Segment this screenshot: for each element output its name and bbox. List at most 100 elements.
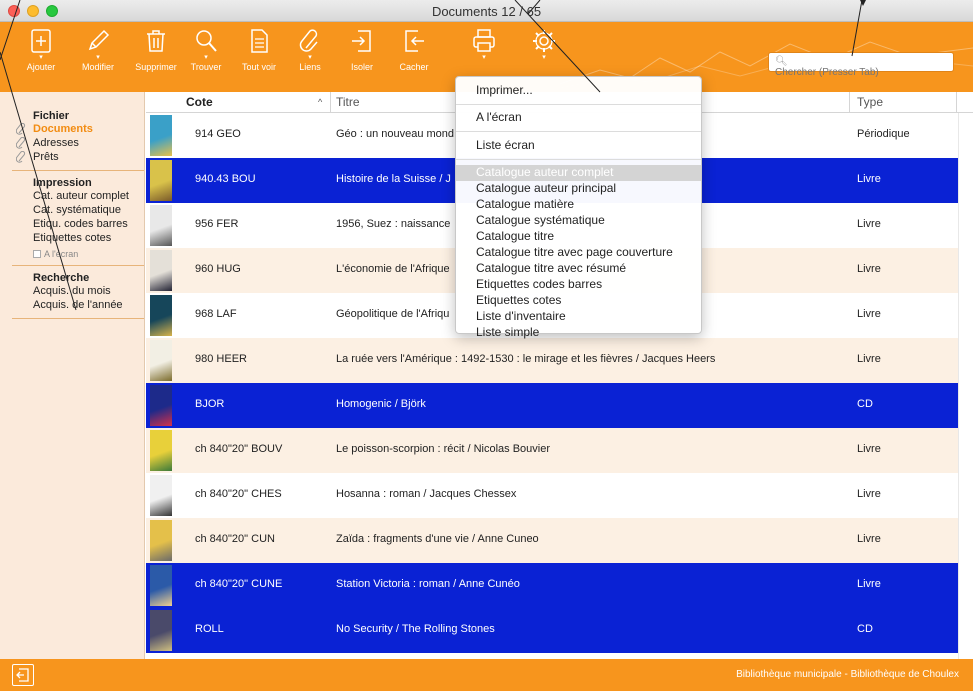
menu-item-etiquettes-cotes[interactable]: Etiquettes cotes bbox=[456, 293, 701, 309]
menu-item-catalogue-matiere[interactable]: Catalogue matière bbox=[456, 197, 701, 213]
sort-ascending-icon: ^ bbox=[318, 97, 323, 107]
trash-icon bbox=[147, 30, 165, 52]
cell-titre: Station Victoria : roman / Anne Cunéo bbox=[336, 578, 520, 590]
paperclip-icon bbox=[16, 151, 26, 163]
plus-square-icon bbox=[31, 29, 51, 53]
find-button[interactable]: ▾ Trouver bbox=[183, 28, 229, 90]
hide-icon bbox=[405, 30, 424, 52]
menu-item-catalogue-auteur-complet[interactable]: Catalogue auteur complet bbox=[456, 165, 701, 181]
cover-thumbnail bbox=[150, 340, 172, 381]
table-row[interactable]: ch 840"20" CHES Hosanna : roman / Jacques… bbox=[146, 473, 958, 518]
printer-icon bbox=[473, 29, 495, 52]
exit-button[interactable] bbox=[12, 664, 34, 686]
cover-thumbnail bbox=[150, 115, 172, 156]
cell-cote: 914 GEO bbox=[195, 128, 241, 140]
table-row[interactable]: ROLL No Security / The Rolling Stones CD bbox=[146, 608, 958, 653]
cell-cote: ch 840"20" CUN bbox=[195, 533, 275, 545]
sidebar-item-prets[interactable]: Prêts bbox=[0, 150, 144, 164]
show-all-button[interactable]: Tout voir bbox=[236, 28, 282, 90]
search-icon: 🔍︎ bbox=[775, 56, 788, 67]
table-row[interactable]: 980 HEER La ruée vers l'Amérique : 1492-1… bbox=[146, 338, 958, 383]
cell-type: Livre bbox=[857, 173, 881, 185]
sidebar-item-cat-auteur[interactable]: Cat. auteur complet bbox=[0, 189, 144, 203]
menu-item-imprimer[interactable]: Imprimer... bbox=[456, 83, 701, 99]
menu-item-catalogue-systematique[interactable]: Catalogue systématique bbox=[456, 213, 701, 229]
cell-titre: Homogenic / Björk bbox=[336, 398, 426, 410]
search-field[interactable]: 🔍︎ bbox=[768, 52, 954, 78]
cover-thumbnail bbox=[150, 430, 172, 471]
menu-item-liste-ecran[interactable]: Liste écran bbox=[456, 138, 701, 154]
sidebar-item-acquis-mois[interactable]: Acquis. du mois bbox=[0, 284, 144, 298]
paperclip-icon bbox=[16, 137, 26, 149]
print-menu: Imprimer... A l'écran Liste écran Catalo… bbox=[455, 76, 702, 339]
document-icon bbox=[251, 29, 268, 53]
cell-cote: 980 HEER bbox=[195, 353, 247, 365]
cover-thumbnail bbox=[150, 160, 172, 201]
isolate-button[interactable]: Isoler bbox=[339, 28, 385, 90]
menu-item-catalogue-titre[interactable]: Catalogue titre bbox=[456, 229, 701, 245]
status-bar: Bibliothèque municipale - Bibliothèque d… bbox=[0, 659, 973, 691]
cell-type: CD bbox=[857, 623, 873, 635]
window-title: Documents 12 / 65 bbox=[431, 4, 542, 19]
cell-type: Livre bbox=[857, 533, 881, 545]
sidebar-divider bbox=[12, 265, 144, 266]
sidebar-item-documents[interactable]: Documents bbox=[0, 122, 144, 136]
cover-thumbnail bbox=[150, 205, 172, 246]
sidebar-item-adresses[interactable]: Adresses bbox=[0, 136, 144, 150]
sidebar-item-acquis-annee[interactable]: Acquis. de l'année bbox=[0, 298, 144, 312]
table-row[interactable]: BJOR Homogenic / Björk CD bbox=[146, 383, 958, 428]
delete-button[interactable]: Supprimer bbox=[133, 28, 179, 90]
cell-type: Livre bbox=[857, 218, 881, 230]
on-screen-checkbox[interactable]: A l'écran bbox=[0, 249, 144, 259]
table-row[interactable]: ch 840"20" BOUV Le poisson-scorpion : réc… bbox=[146, 428, 958, 473]
scrollbar-track[interactable] bbox=[958, 113, 973, 659]
cover-thumbnail bbox=[150, 520, 172, 561]
edit-button[interactable]: ▾ Modifier bbox=[75, 28, 121, 90]
column-header-titre[interactable]: Titre bbox=[336, 95, 360, 109]
sidebar-item-etiquettes-cotes[interactable]: Etiquettes cotes bbox=[0, 231, 144, 245]
magnifier-icon bbox=[196, 30, 217, 52]
cover-thumbnail bbox=[150, 250, 172, 291]
hide-button[interactable]: Cacher bbox=[391, 28, 437, 90]
isolate-icon bbox=[352, 30, 371, 52]
menu-item-catalogue-titre-couverture[interactable]: Catalogue titre avec page couverture bbox=[456, 245, 701, 261]
table-row[interactable]: ch 840"20" CUN Zaïda : fragments d'une vi… bbox=[146, 518, 958, 563]
menu-item-catalogue-auteur-principal[interactable]: Catalogue auteur principal bbox=[456, 181, 701, 197]
add-button[interactable]: ▾ Ajouter bbox=[18, 28, 64, 90]
column-header-type[interactable]: Type bbox=[857, 95, 883, 109]
sidebar-divider bbox=[12, 318, 144, 319]
cell-titre: Le poisson-scorpion : récit / Nicolas Bo… bbox=[336, 443, 550, 455]
sidebar: Fichier Documents Adresses Prêts Impress… bbox=[0, 92, 145, 659]
sidebar-item-etiqu-codes-barres[interactable]: Etiqu. codes barres bbox=[0, 217, 144, 231]
cell-cote: ch 840"20" CUNE bbox=[195, 578, 283, 590]
cell-type: Livre bbox=[857, 263, 881, 275]
cell-type: Livre bbox=[857, 353, 881, 365]
cell-cote: ch 840"20" CHES bbox=[195, 488, 282, 500]
links-button[interactable]: ▾ Liens bbox=[287, 28, 333, 90]
cell-type: Livre bbox=[857, 443, 881, 455]
cell-type: CD bbox=[857, 398, 873, 410]
menu-item-catalogue-titre-resume[interactable]: Catalogue titre avec résumé bbox=[456, 261, 701, 277]
menu-item-liste-inventaire[interactable]: Liste d'inventaire bbox=[456, 309, 701, 325]
menu-item-a-l-ecran[interactable]: A l'écran bbox=[456, 110, 701, 126]
exit-door-icon bbox=[16, 668, 29, 682]
search-input[interactable] bbox=[775, 67, 945, 78]
checkbox-box[interactable] bbox=[33, 250, 41, 258]
app-window: Documents 12 / 65 ▾ Ajouter ▾ Modifier S… bbox=[0, 0, 973, 691]
cell-type: Périodique bbox=[857, 128, 910, 140]
table-row[interactable]: ch 840"20" CUNE Station Victoria : roman … bbox=[146, 563, 958, 608]
cell-cote: 960 HUG bbox=[195, 263, 241, 275]
cover-thumbnail bbox=[150, 565, 172, 606]
cover-thumbnail bbox=[150, 385, 172, 426]
cell-titre: No Security / The Rolling Stones bbox=[336, 623, 495, 635]
cell-cote: BJOR bbox=[195, 398, 225, 410]
cell-type: Livre bbox=[857, 578, 881, 590]
column-header-cote[interactable]: Cote bbox=[186, 95, 213, 109]
menu-item-liste-simple[interactable]: Liste simple bbox=[456, 325, 701, 339]
menu-item-etiquettes-codes-barres[interactable]: Etiquettes codes barres bbox=[456, 277, 701, 293]
sidebar-heading-fichier: Fichier bbox=[33, 110, 70, 122]
cell-titre: La ruée vers l'Amérique : 1492-1530 : le… bbox=[336, 353, 716, 365]
sidebar-divider bbox=[12, 170, 144, 171]
gear-icon bbox=[533, 30, 555, 52]
sidebar-item-cat-systematique[interactable]: Cat. systématique bbox=[0, 203, 144, 217]
